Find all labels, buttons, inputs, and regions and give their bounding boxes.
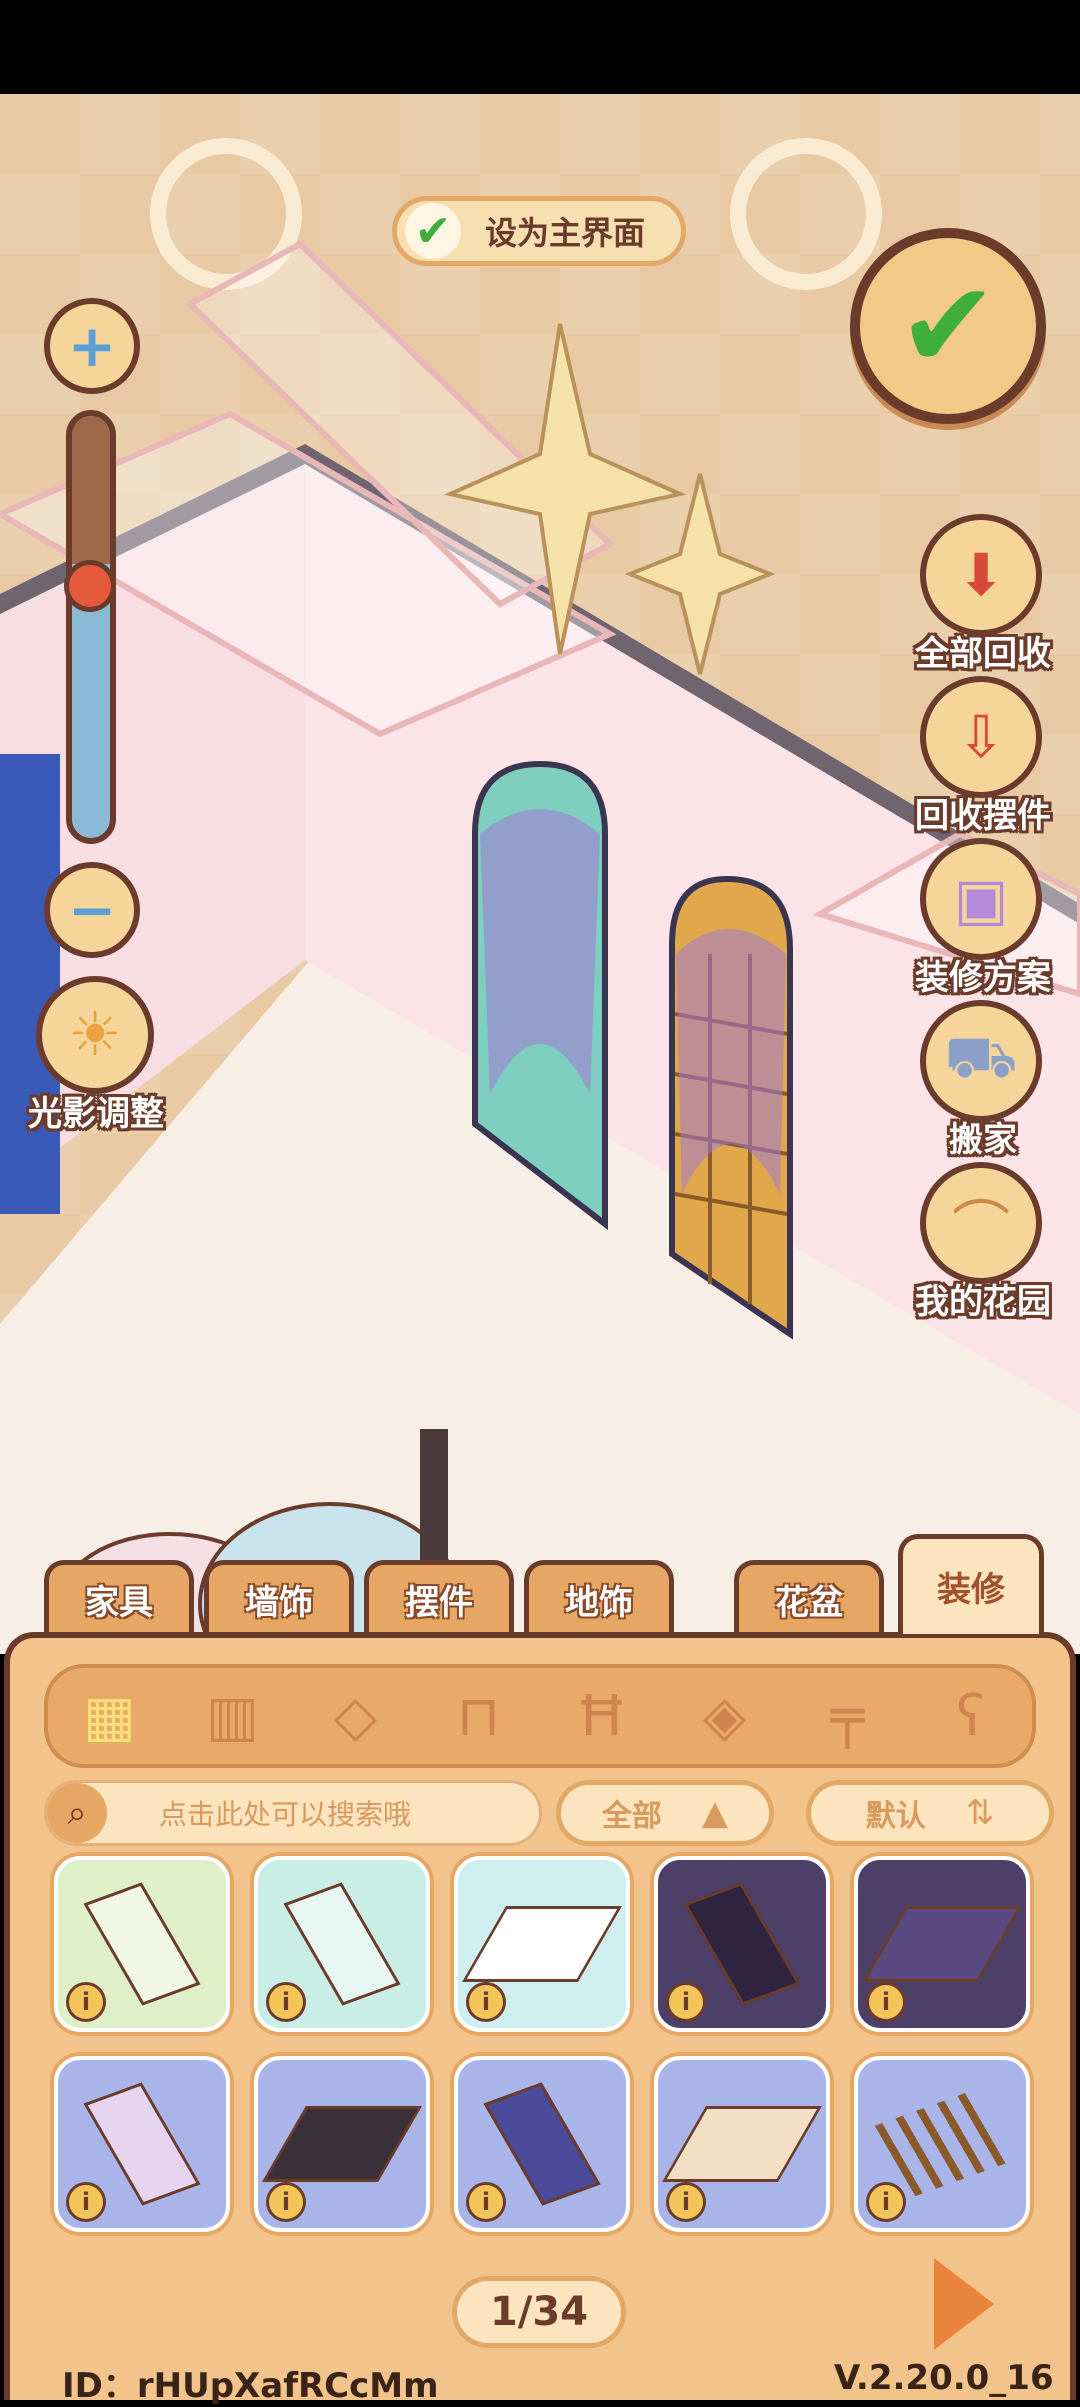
filter-dropdown[interactable]: 全部 ▲ [556,1780,774,1846]
garden-arch-icon: ⌒ [951,1194,1010,1262]
set-as-main-screen-toggle[interactable]: ✔ 设为主界面 [392,196,686,266]
tab-label: 花盆 [775,1583,843,1623]
checkmark-icon: ✔ [405,203,461,259]
my-garden-label: 我的花园 [915,1282,1051,1322]
category-bar: ▦ ▥ ◇ ⊓ Ħ ◈ ╤ ʕ [44,1664,1036,1768]
page-indicator: 1/34 [452,2276,626,2348]
decoration-plan-button[interactable]: ▣ [920,838,1042,960]
tab-label: 摆件 [405,1583,473,1623]
info-icon[interactable]: i [866,1982,906,2022]
floor-tile-icon[interactable]: ◇ [314,1674,398,1758]
item-card[interactable]: i [454,2056,630,2232]
curtain-edge [0,754,60,1214]
info-icon[interactable]: i [866,2182,906,2222]
tab-label: 家具 [85,1583,153,1623]
next-page-arrow-icon[interactable] [934,2258,994,2350]
checkmark-icon: ✔ [897,256,999,396]
item-thumbnail [462,1906,622,1982]
decoration-plan-label: 装修方案 [915,958,1051,998]
tab-ornaments[interactable]: 摆件 [364,1560,514,1634]
item-card[interactable]: i [454,1856,630,2032]
sort-label: 默认 [865,1799,926,1834]
filter-label: 全部 [601,1799,662,1834]
info-icon[interactable]: i [466,2182,506,2222]
window-icon[interactable]: ⊓ [437,1674,521,1758]
plus-icon: + [67,312,117,380]
recycle-all-button[interactable]: ⬇ [920,514,1042,636]
sparkle-decoration [624,473,776,675]
item-card[interactable]: i [54,2056,230,2232]
info-icon[interactable]: i [666,2182,706,2222]
triangle-up-icon: ▲ [701,1793,729,1833]
sun-off-icon: ☀ [68,1000,122,1070]
item-thumbnail [874,2091,1010,2197]
moving-label: 搬家 [949,1120,1017,1160]
item-card[interactable]: i [654,1856,830,2032]
sort-dropdown[interactable]: 默认 ⇅ [806,1780,1054,1846]
tab-floor-decor[interactable]: 地饰 [524,1560,674,1634]
tab-flowerpots[interactable]: 花盆 [734,1560,884,1634]
search-placeholder: 点击此处可以搜索哦 [159,1798,412,1831]
item-thumbnail [83,1882,201,2006]
tab-wall-decor[interactable]: 墙饰 [204,1560,354,1634]
item-thumbnail [283,1882,401,2006]
status-bar [0,0,1080,94]
recycle-all-box-icon: ⬇ [956,541,1006,609]
info-icon[interactable]: i [266,2182,306,2222]
zoom-in-button[interactable]: + [44,298,140,394]
minus-icon: − [67,876,117,944]
tab-label: 墙饰 [245,1583,313,1623]
item-card[interactable]: i [254,2056,430,2232]
tab-renovation[interactable]: 装修 [898,1534,1044,1634]
item-thumbnail [483,2082,601,2206]
info-icon[interactable]: i [66,2182,106,2222]
light-adjust-label: 光影调整 [28,1094,164,1134]
recycle-ornament-label: 回收摆件 [915,796,1051,836]
decoration-plan-icon: ▣ [953,865,1009,933]
tab-furniture[interactable]: 家具 [44,1560,194,1634]
search-input[interactable]: ⌕ 点击此处可以搜索哦 [44,1780,542,1846]
floor-pattern-icon[interactable]: ◈ [683,1674,767,1758]
item-thumbnail [862,1906,1022,1982]
recycle-ornament-button[interactable]: ⇩ [920,676,1042,798]
search-icon: ⌕ [47,1783,107,1843]
version-label: V.2.20.0_16 [834,2358,1054,2398]
zoom-out-button[interactable]: − [44,862,140,958]
fence-icon[interactable]: Ħ [560,1674,644,1758]
info-icon[interactable]: i [66,1982,106,2022]
item-thumbnail [683,1882,801,2006]
confirm-button[interactable]: ✔ [850,228,1046,424]
item-card[interactable]: i [854,1856,1030,2032]
wallpaper-icon[interactable]: ▥ [191,1674,275,1758]
lamp-post-icon[interactable]: ʕ [929,1674,1013,1758]
zoom-slider-handle[interactable] [64,560,116,612]
item-thumbnail [662,2106,822,2182]
info-icon[interactable]: i [666,1982,706,2022]
set-as-main-label: 设为主界面 [485,214,646,252]
railing-icon[interactable]: ╤ [806,1674,890,1758]
light-adjust-button[interactable]: ☀ [36,976,154,1094]
zoom-slider-fill [72,416,110,564]
moving-button[interactable]: ⛟ [920,1000,1042,1122]
info-icon[interactable]: i [466,1982,506,2022]
item-thumbnail [83,2082,201,2206]
moving-truck-icon: ⛟ [944,1023,1018,1091]
sort-arrows-icon: ⇅ [965,1793,995,1833]
item-thumbnail [262,2106,422,2182]
tab-label: 地饰 [565,1583,633,1623]
item-card[interactable]: i [654,2056,830,2232]
item-card[interactable]: i [54,1856,230,2032]
all-grid-icon[interactable]: ▦ [68,1674,152,1758]
recycle-ornament-icon: ⇩ [956,703,1006,771]
info-icon[interactable]: i [266,1982,306,2022]
item-card[interactable]: i [854,2056,1030,2232]
my-garden-button[interactable]: ⌒ [920,1162,1042,1284]
tab-label: 装修 [937,1570,1005,1610]
item-card[interactable]: i [254,1856,430,2032]
zoom-slider-track[interactable] [66,410,116,844]
recycle-all-label: 全部回收 [915,634,1051,674]
